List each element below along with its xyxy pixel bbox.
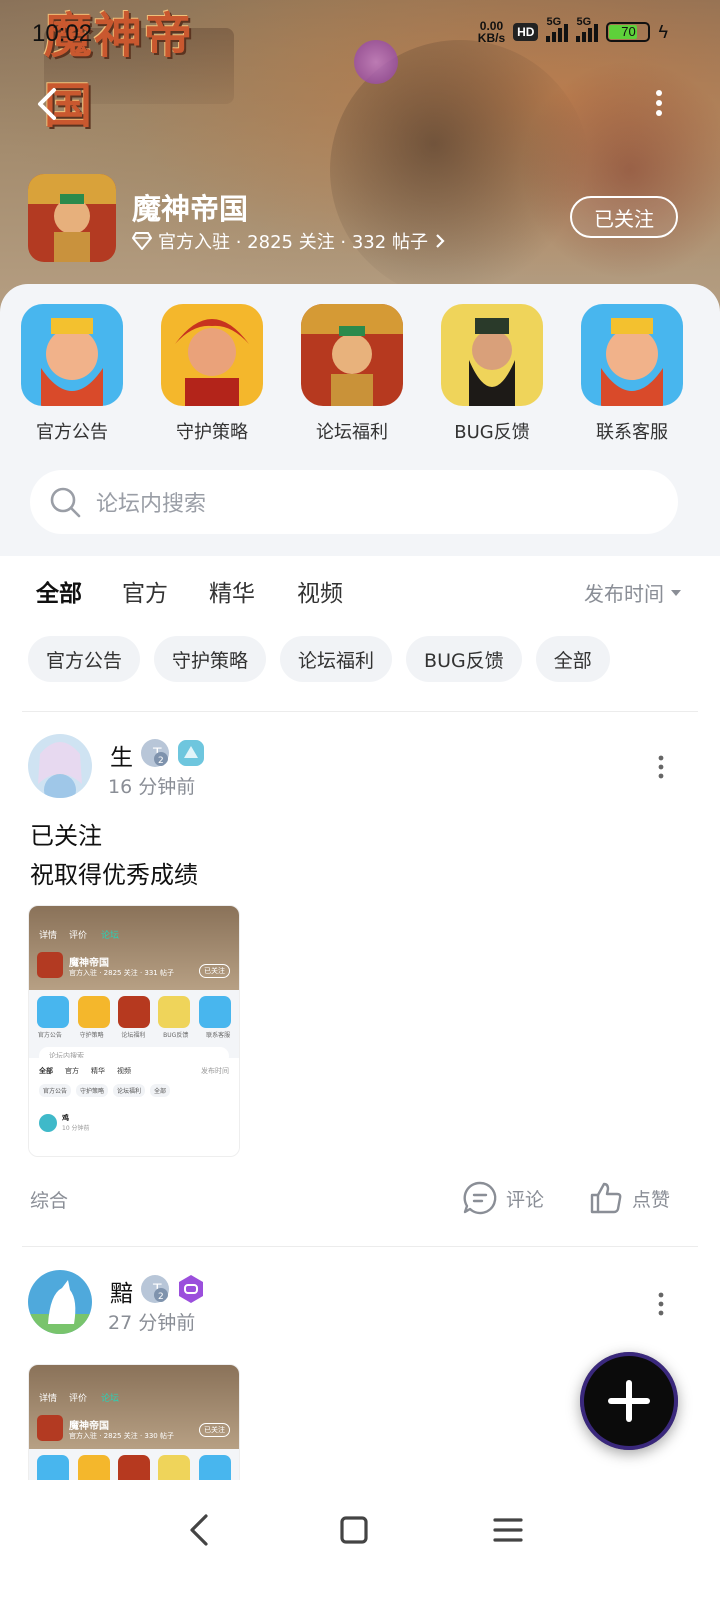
create-post-button[interactable] (580, 1352, 678, 1450)
signal-icon: 5G (576, 16, 599, 42)
svg-text:2: 2 (158, 1292, 164, 1302)
hd-icon: HD (513, 23, 539, 41)
quick-links-panel: 官方公告 守护策略 论坛福利 BUG反馈 联系客服 论坛内搜索 (0, 284, 720, 556)
tab-all[interactable]: 全部 (36, 574, 82, 610)
quick-link-strategy[interactable]: 守护策略 (160, 304, 264, 444)
customer-service-icon (581, 304, 683, 406)
quick-link-announcement[interactable]: 官方公告 (20, 304, 124, 444)
charging-icon: ϟ (658, 21, 668, 42)
comment-button[interactable]: 评论 (462, 1180, 544, 1216)
tab-official[interactable]: 官方 (122, 574, 168, 608)
post-title[interactable]: 已关注 (30, 816, 102, 851)
member-badge-icon (178, 740, 204, 766)
level-badge-icon: T2 (141, 739, 169, 767)
thumbs-up-icon (590, 1182, 622, 1214)
announcement-icon (21, 304, 123, 406)
like-button[interactable]: 点赞 (588, 1180, 670, 1216)
gamer-badge-icon (179, 1275, 203, 1303)
status-icons: 0.00 KB/s HD 5G 5G 70 ϟ (477, 16, 668, 45)
strategy-icon (161, 304, 263, 406)
nav-menu-icon[interactable] (488, 1510, 528, 1550)
divider (22, 711, 698, 712)
post-image[interactable]: 详情 评价 论坛 魔神帝国 官方入驻 · 2825 关注 · 330 帖子 已关… (28, 1364, 240, 1482)
chip-all[interactable]: 全部 (535, 636, 610, 682)
avatar[interactable] (28, 734, 92, 798)
comment-icon (463, 1181, 497, 1215)
divider (22, 1246, 698, 1247)
level-badge-icon: T2 (141, 1275, 169, 1303)
post-time: 27 分钟前 (108, 1312, 196, 1334)
chip-welfare[interactable]: 论坛福利 (280, 636, 393, 682)
svg-text:2: 2 (158, 756, 164, 766)
bug-report-icon (441, 304, 543, 406)
battery-icon: 70 (606, 22, 651, 42)
sort-dropdown[interactable]: 发布时间 (584, 578, 682, 607)
post-more-icon[interactable] (657, 1292, 665, 1316)
nav-home-icon[interactable] (334, 1510, 374, 1550)
network-speed: 0.00 KB/s (477, 19, 506, 45)
nav-back-icon[interactable] (180, 1510, 220, 1550)
feed-tabs: 全部 官方 精华 视频 发布时间 (0, 570, 720, 620)
avatar[interactable] (28, 1270, 92, 1334)
forum-search-input[interactable]: 论坛内搜索 (30, 470, 678, 534)
forum-meta[interactable]: 官方入驻 · 2825 关注 · 332 帖子 (132, 228, 446, 254)
plus-icon (608, 1380, 650, 1422)
post-body[interactable]: 祝取得优秀成绩 (30, 855, 198, 890)
post-more-icon[interactable] (657, 755, 665, 779)
post-category[interactable]: 综合 (30, 1186, 68, 1213)
post-image[interactable]: 详情 评价 论坛 魔神帝国 官方入驻 · 2825 关注 · 331 帖子 已关… (28, 905, 240, 1157)
search-placeholder: 论坛内搜索 (96, 492, 207, 517)
search-icon (50, 487, 81, 518)
back-arrow-icon[interactable] (30, 86, 66, 122)
welfare-icon (301, 304, 403, 406)
category-chips: 官方公告 守护策略 论坛福利 BUG反馈 全部 (28, 636, 610, 682)
quick-link-welfare[interactable]: 论坛福利 (300, 304, 404, 444)
quick-link-bug-report[interactable]: BUG反馈 (440, 304, 544, 444)
status-time: 10:02 (32, 20, 93, 47)
status-bar: 10:02 0.00 KB/s HD 5G 5G 70 ϟ (0, 0, 720, 64)
post-username[interactable]: 生 (110, 738, 133, 772)
diamond-icon (132, 232, 152, 250)
post-footer: 综合 评论 点赞 (0, 1180, 720, 1220)
forum-title: 魔神帝国 (132, 192, 249, 226)
tab-featured[interactable]: 精华 (209, 574, 255, 608)
caret-down-icon (671, 589, 681, 596)
post-username[interactable]: 黯 (110, 1274, 133, 1308)
chip-strategy[interactable]: 守护策略 (154, 636, 267, 682)
tab-video[interactable]: 视频 (297, 574, 343, 608)
follow-button[interactable]: 已关注 (570, 196, 678, 238)
signal-icon: 5G (546, 16, 569, 42)
chip-announcement[interactable]: 官方公告 (28, 636, 141, 682)
system-navigation-bar (0, 1480, 720, 1600)
more-options-icon[interactable] (644, 88, 674, 118)
post-time: 16 分钟前 (108, 776, 196, 798)
quick-link-customer-service[interactable]: 联系客服 (580, 304, 684, 444)
chevron-right-icon (436, 234, 445, 248)
forum-game-icon (28, 174, 116, 262)
chip-bug-report[interactable]: BUG反馈 (406, 636, 522, 682)
